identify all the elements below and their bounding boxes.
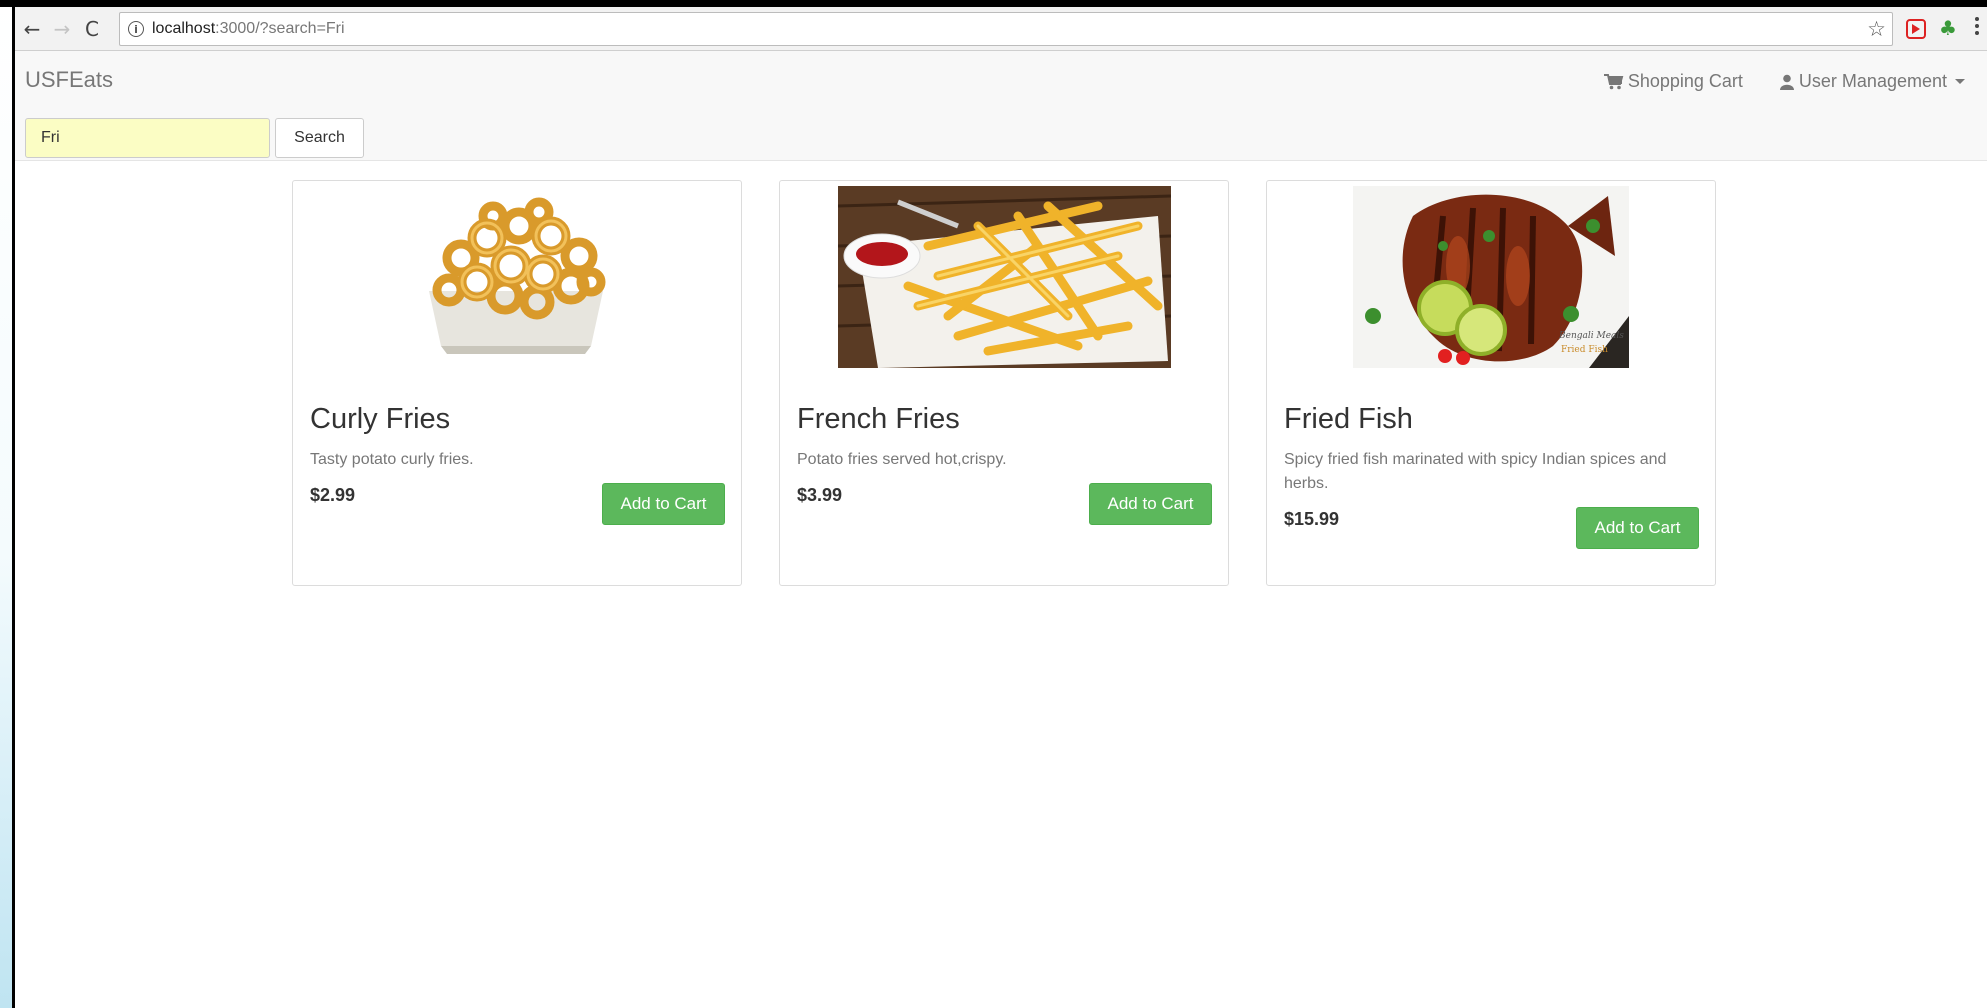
browser-toolbar: ← → C i localhost:3000/?search=Fri ☆ ♣ bbox=[15, 7, 1987, 51]
shopping-cart-icon bbox=[1603, 73, 1624, 89]
url-host: localhost bbox=[152, 20, 216, 37]
address-bar[interactable]: i localhost:3000/?search=Fri ☆ bbox=[119, 12, 1893, 46]
svg-text:Bengali Meals: Bengali Meals bbox=[1558, 331, 1624, 341]
bookmark-star-icon[interactable]: ☆ bbox=[1867, 17, 1886, 41]
info-icon[interactable]: i bbox=[128, 21, 144, 37]
screen-border bbox=[0, 0, 1987, 7]
user-management-label: User Management bbox=[1798, 71, 1947, 91]
navbar-right: Shopping Cart User Management bbox=[1603, 71, 1987, 92]
chevron-down-icon bbox=[1955, 79, 1965, 84]
product-card: Bengali Meals Fried Fish Fried Fish Spic… bbox=[1266, 180, 1716, 586]
search-button[interactable]: Search bbox=[275, 118, 364, 158]
extension-play-icon[interactable] bbox=[1906, 19, 1926, 39]
app-navbar: USFEats Shopping Cart User Management Fr… bbox=[15, 51, 1987, 161]
user-icon bbox=[1779, 74, 1794, 90]
add-to-cart-button[interactable]: Add to Cart bbox=[602, 483, 725, 525]
add-to-cart-button[interactable]: Add to Cart bbox=[1576, 507, 1699, 549]
shopping-cart-link[interactable]: Shopping Cart bbox=[1603, 71, 1743, 92]
extension-tree-icon[interactable]: ♣ bbox=[1939, 16, 1957, 40]
user-management-dropdown[interactable]: User Management bbox=[1779, 71, 1965, 92]
product-description: Potato fries served hot,crispy. bbox=[797, 451, 1007, 468]
product-card: Curly Fries Tasty potato curly fries. $2… bbox=[292, 180, 742, 586]
shopping-cart-label: Shopping Cart bbox=[1627, 71, 1743, 91]
product-price: $3.99 bbox=[797, 485, 843, 505]
product-description: Spicy fried fish marinated with spicy In… bbox=[1284, 451, 1667, 492]
search-input[interactable] bbox=[25, 118, 270, 158]
svg-text:Fried Fish: Fried Fish bbox=[1561, 345, 1608, 355]
product-title: French Fries bbox=[797, 403, 960, 435]
product-image-french-fries bbox=[838, 186, 1171, 368]
browser-menu-icon[interactable] bbox=[1975, 17, 1981, 35]
product-image-fried-fish: Bengali Meals Fried Fish bbox=[1353, 186, 1629, 368]
browser-window: ← → C i localhost:3000/?search=Fri ☆ ♣ U… bbox=[12, 7, 1987, 1008]
product-description: Tasty potato curly fries. bbox=[310, 451, 474, 468]
brand-link[interactable]: USFEats bbox=[25, 67, 113, 93]
forward-arrow-icon[interactable]: → bbox=[47, 14, 77, 44]
product-title: Curly Fries bbox=[310, 403, 451, 435]
back-arrow-icon[interactable]: ← bbox=[17, 14, 47, 44]
url-path: :3000/?search=Fri bbox=[215, 20, 345, 37]
product-price: $15.99 bbox=[1284, 509, 1340, 529]
reload-icon[interactable]: C bbox=[77, 14, 107, 44]
product-title: Fried Fish bbox=[1284, 403, 1413, 435]
product-image-curly-fries bbox=[421, 186, 611, 368]
product-card: French Fries Potato fries served hot,cri… bbox=[779, 180, 1229, 586]
add-to-cart-button[interactable]: Add to Cart bbox=[1089, 483, 1212, 525]
product-price: $2.99 bbox=[310, 485, 356, 505]
